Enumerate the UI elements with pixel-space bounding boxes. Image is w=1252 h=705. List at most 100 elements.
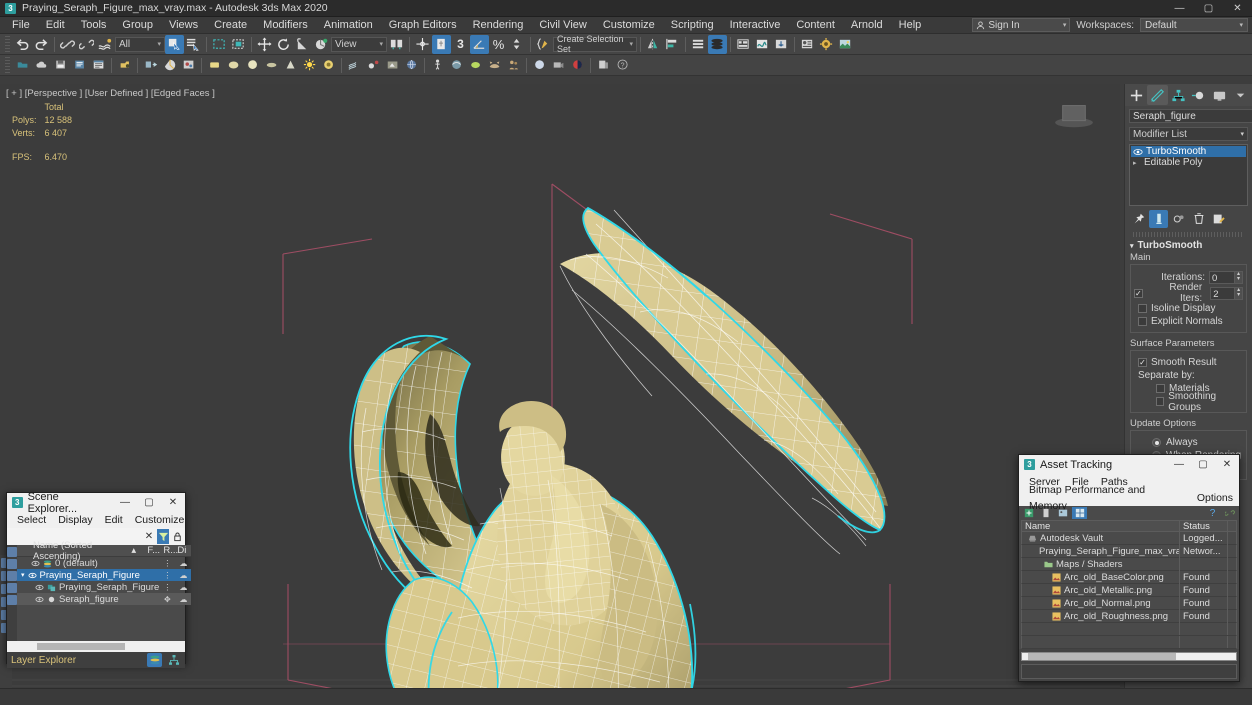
iterations-spinner-arrows[interactable]: ▴ ▾ — [1235, 270, 1243, 284]
thumbnail-view-icon[interactable] — [1055, 507, 1070, 519]
select-children-icon[interactable] — [7, 583, 17, 593]
undo-icon[interactable] — [13, 35, 32, 54]
frozen-cell[interactable]: ⋮ — [159, 583, 175, 592]
hierarchy-toggle-icon[interactable] — [166, 653, 181, 667]
open-file-icon[interactable] — [13, 56, 32, 75]
render-in-cloud-icon[interactable] — [141, 56, 160, 75]
filter-icon[interactable] — [157, 529, 169, 544]
menu-group[interactable]: Group — [114, 17, 161, 34]
bind-to-space-warp-icon[interactable] — [96, 35, 115, 54]
link-icon[interactable] — [1222, 507, 1237, 519]
sign-in-dropdown[interactable]: Sign In ▾ — [972, 18, 1071, 32]
render-cell[interactable]: ☁ — [175, 583, 191, 592]
column-display[interactable]: Di — [177, 545, 191, 556]
remove-modifier-icon[interactable] — [1189, 210, 1208, 228]
sphere-primitive-icon[interactable] — [224, 56, 243, 75]
column-name[interactable]: Name — [1022, 520, 1180, 532]
maximize-button[interactable]: ▢ — [1191, 455, 1215, 474]
project-folder-icon[interactable] — [70, 56, 89, 75]
toggle-scene-explorer-icon[interactable] — [689, 35, 708, 54]
table-row[interactable]: Arc_old_BaseColor.png Found — [1021, 570, 1237, 584]
menu-select[interactable]: Select — [11, 512, 52, 528]
menu-display[interactable]: Display — [52, 512, 98, 528]
show-end-result-icon[interactable] — [1149, 210, 1168, 228]
isoline-display-row[interactable]: Isoline Display — [1134, 302, 1243, 315]
edit-named-selection-sets-icon[interactable] — [534, 35, 553, 54]
close-button[interactable]: ✕ — [161, 493, 185, 512]
select-invert-icon[interactable] — [7, 571, 17, 581]
render-preview-icon[interactable] — [160, 56, 179, 75]
render-iters-checkbox[interactable]: ✓ — [1134, 288, 1143, 298]
biped-icon[interactable] — [428, 56, 447, 75]
unlink-selection-icon[interactable] — [77, 35, 96, 54]
eye-icon[interactable] — [28, 571, 37, 580]
menu-file[interactable]: File — [4, 17, 38, 34]
particle-flow-icon[interactable] — [364, 56, 383, 75]
box-primitive-icon[interactable] — [205, 56, 224, 75]
make-unique-icon[interactable] — [1169, 210, 1188, 228]
modifier-stack[interactable]: TurboSmooth ▸ Editable Poly — [1129, 144, 1248, 206]
list-view-icon[interactable] — [1038, 507, 1053, 519]
menu-interactive[interactable]: Interactive — [722, 17, 789, 34]
toolbar-grip[interactable] — [5, 56, 10, 74]
asset-tracking-horizontal-scrollbar[interactable] — [1021, 652, 1237, 661]
list-item[interactable]: 0 (default) ⋮ ☁ — [17, 557, 191, 569]
arnold-shader-icon[interactable] — [568, 56, 587, 75]
column-render[interactable]: R... — [163, 545, 178, 556]
modifier-list-dropdown[interactable]: Modifier List ▾ — [1129, 127, 1248, 141]
smoothing-groups-checkbox[interactable] — [1156, 397, 1165, 406]
render-setup-icon[interactable] — [817, 35, 836, 54]
save-icon[interactable] — [51, 56, 70, 75]
display-tab[interactable] — [1209, 85, 1230, 105]
placement-tool-icon[interactable] — [312, 35, 331, 54]
minimize-button[interactable]: — — [1167, 455, 1191, 474]
menu-create[interactable]: Create — [206, 17, 255, 34]
content-browser-icon[interactable] — [594, 56, 613, 75]
scene-explorer-title-bar[interactable]: 3 Scene Explorer... — ▢ ✕ — [7, 491, 185, 515]
select-and-scale-icon[interactable] — [293, 35, 312, 54]
close-button[interactable]: ✕ — [1215, 455, 1239, 474]
rectangular-selection-region-icon[interactable] — [210, 35, 229, 54]
window-crossing-toggle-icon[interactable] — [229, 35, 248, 54]
update-option-always[interactable]: Always — [1134, 436, 1243, 449]
spot-light-icon[interactable] — [319, 56, 338, 75]
render-cell[interactable]: ☁ — [175, 559, 191, 568]
frozen-cell[interactable]: ⋮ — [159, 559, 175, 568]
plane-primitive-icon[interactable] — [262, 56, 281, 75]
modifier-stack-item-turbosmooth[interactable]: TurboSmooth — [1131, 146, 1246, 157]
select-and-manipulate-icon[interactable] — [413, 35, 432, 54]
explicit-normals-checkbox[interactable] — [1138, 317, 1147, 326]
arnold-camera-icon[interactable] — [549, 56, 568, 75]
table-row[interactable]: Arc_old_Metallic.png Found — [1021, 583, 1237, 597]
pin-stack-icon[interactable] — [1129, 210, 1148, 228]
menu-options[interactable]: Options — [1191, 490, 1239, 506]
arnold-light-icon[interactable] — [530, 56, 549, 75]
cloud-icon[interactable] — [32, 56, 51, 75]
lock-icon[interactable] — [171, 529, 183, 544]
rendered-frame-window-icon[interactable] — [836, 35, 855, 54]
menu-arnold[interactable]: Arnold — [843, 17, 891, 34]
menu-edit[interactable]: Edit — [99, 512, 129, 528]
snaps-toggle-icon[interactable] — [432, 34, 451, 54]
menu-graph-editors[interactable]: Graph Editors — [381, 17, 465, 34]
snap-3-toggle-icon[interactable]: 3 — [451, 35, 470, 54]
cone-primitive-icon[interactable] — [281, 56, 300, 75]
maximize-button[interactable]: ▢ — [1194, 0, 1223, 17]
expand-arrow-icon[interactable]: ▾ — [21, 571, 25, 579]
menu-modifiers[interactable]: Modifiers — [255, 17, 316, 34]
toolbar-grip[interactable] — [5, 35, 10, 53]
render-cell[interactable]: ☁ — [175, 571, 191, 580]
smooth-result-row[interactable]: ✓ Smooth Result — [1134, 356, 1243, 369]
minimize-button[interactable]: — — [113, 493, 137, 512]
refresh-icon[interactable] — [1021, 507, 1036, 519]
list-item[interactable]: Seraph_figure ✥ ☁ — [17, 593, 192, 605]
scene-explorer-window[interactable]: 3 Scene Explorer... — ▢ ✕ Select Display… — [6, 491, 192, 668]
use-pivot-point-center-icon[interactable] — [387, 35, 406, 54]
toggle-layer-explorer-icon[interactable] — [708, 34, 727, 54]
toggle-ribbon-icon[interactable] — [734, 35, 753, 54]
reference-coordinate-dropdown[interactable]: View ▾ — [331, 36, 387, 52]
redo-icon[interactable] — [32, 35, 51, 54]
select-all-icon[interactable] — [7, 547, 17, 557]
menu-tools[interactable]: Tools — [73, 17, 115, 34]
schematic-view-icon[interactable] — [772, 35, 791, 54]
